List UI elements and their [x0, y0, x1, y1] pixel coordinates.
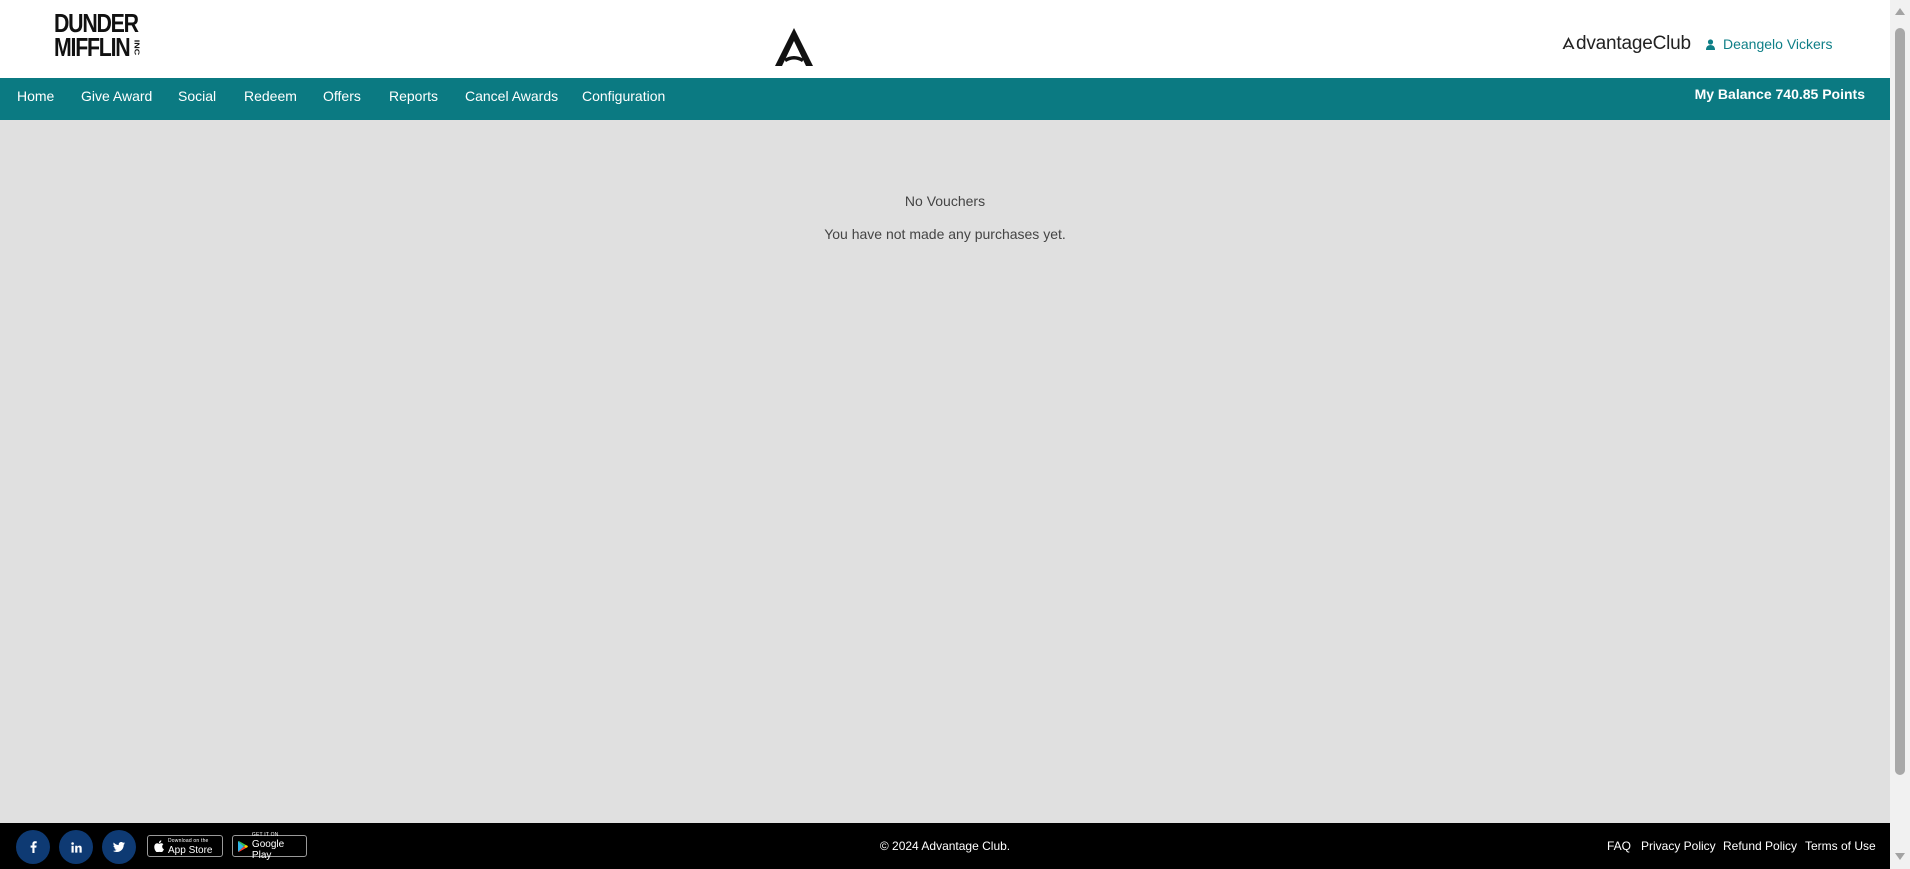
nav-configuration[interactable]: Configuration	[582, 78, 665, 120]
header: DUNDER MIFFLIN INC dvantageClub Deangelo …	[0, 0, 1890, 78]
company-logo[interactable]: DUNDER MIFFLIN INC	[54, 10, 141, 63]
logo-suffix: INC	[132, 39, 142, 56]
scroll-down-arrow-icon[interactable]	[1895, 853, 1905, 860]
logo-line2: MIFFLIN	[54, 32, 131, 62]
footer-link-faq[interactable]: FAQ	[1607, 823, 1631, 869]
nav-offers[interactable]: Offers	[323, 78, 361, 120]
advantage-club-brand[interactable]: dvantageClub	[1562, 33, 1691, 55]
footer: Download on the App Store GET IT ON Goog…	[0, 823, 1890, 869]
advantage-a-glyph-icon	[1562, 37, 1575, 49]
empty-state-description: You have not made any purchases yet.	[824, 226, 1066, 242]
main-nav: Home Give Award Social Redeem Offers Rep…	[0, 78, 1890, 120]
nav-home[interactable]: Home	[17, 78, 54, 120]
nav-reports[interactable]: Reports	[389, 78, 438, 120]
nav-redeem[interactable]: Redeem	[244, 78, 297, 120]
user-menu[interactable]: Deangelo Vickers	[1706, 36, 1832, 52]
page-scrollbar[interactable]	[1890, 0, 1910, 869]
user-name: Deangelo Vickers	[1723, 36, 1833, 52]
scroll-up-arrow-icon[interactable]	[1895, 8, 1905, 15]
balance-display: My Balance 740.85 Points	[1694, 86, 1865, 102]
main-content: No Vouchers You have not made any purcha…	[0, 120, 1890, 823]
footer-link-refund-policy[interactable]: Refund Policy	[1723, 823, 1797, 869]
nav-give-award[interactable]: Give Award	[81, 78, 152, 120]
brand-text: dvantageClub	[1576, 33, 1691, 54]
nav-social[interactable]: Social	[178, 78, 216, 120]
empty-state-title: No Vouchers	[904, 193, 986, 209]
nav-cancel-awards[interactable]: Cancel Awards	[465, 78, 558, 120]
user-icon	[1706, 38, 1715, 50]
footer-link-terms-of-use[interactable]: Terms of Use	[1805, 823, 1876, 869]
advantage-a-logo-icon	[775, 28, 813, 66]
footer-link-privacy-policy[interactable]: Privacy Policy	[1641, 823, 1716, 869]
scrollbar-thumb[interactable]	[1895, 28, 1905, 775]
page: DUNDER MIFFLIN INC dvantageClub Deangelo …	[0, 0, 1890, 869]
